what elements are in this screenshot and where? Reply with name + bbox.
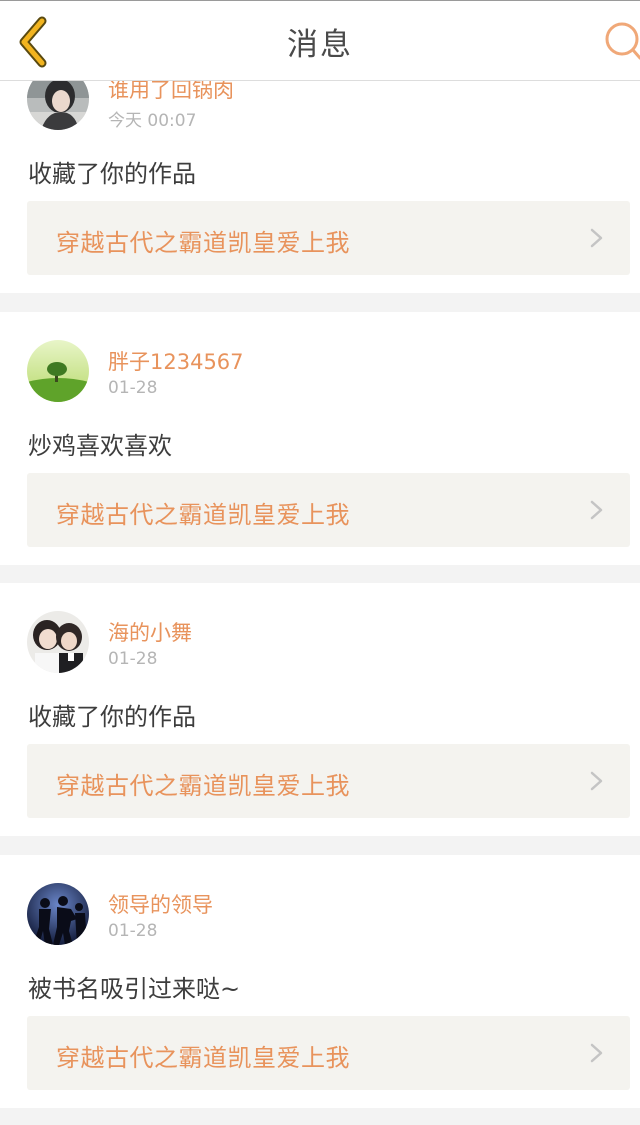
work-title: 穿越古代之霸道凯皇爱上我 — [56, 772, 350, 800]
work-link[interactable]: 穿越古代之霸道凯皇爱上我 — [27, 201, 630, 275]
chevron-right-icon — [590, 500, 603, 520]
avatar-silhouettes-blue — [27, 883, 89, 945]
message-text: 收藏了你的作品 — [28, 160, 196, 188]
work-link[interactable]: 穿越古代之霸道凯皇爱上我 — [27, 1016, 630, 1090]
username[interactable]: 海的小舞 — [108, 617, 192, 647]
search-button[interactable] — [600, 21, 640, 63]
message-text: 被书名吸引过来哒~ — [28, 975, 241, 1003]
work-link[interactable]: 穿越古代之霸道凯皇爱上我 — [27, 744, 630, 818]
avatar-tree-landscape — [27, 340, 89, 402]
search-icon — [605, 22, 640, 60]
avatar[interactable] — [27, 883, 89, 945]
message-card: 领导的领导 01-28 被书名吸引过来哒~ 穿越古代之霸道凯皇爱上我 — [0, 855, 640, 1108]
message-text: 炒鸡喜欢喜欢 — [28, 432, 172, 460]
avatar[interactable] — [27, 340, 89, 402]
nav-bar: 消息 — [0, 0, 640, 81]
work-title: 穿越古代之霸道凯皇爱上我 — [56, 1044, 350, 1072]
chevron-right-icon — [590, 1043, 603, 1063]
avatar[interactable] — [27, 611, 89, 673]
page-title: 消息 — [287, 27, 353, 63]
message-text: 收藏了你的作品 — [28, 703, 196, 731]
work-link[interactable]: 穿越古代之霸道凯皇爱上我 — [27, 473, 630, 547]
message-card: 胖子1234567 01-28 炒鸡喜欢喜欢 穿越古代之霸道凯皇爱上我 — [0, 312, 640, 565]
username[interactable]: 胖子1234567 — [108, 346, 244, 376]
timestamp: 今天 00:07 — [108, 111, 197, 131]
username[interactable]: 领导的领导 — [108, 889, 213, 919]
avatar-two-dolls — [27, 611, 89, 673]
timestamp: 01-28 — [108, 921, 158, 941]
message-card: 海的小舞 01-28 收藏了你的作品 穿越古代之霸道凯皇爱上我 — [0, 583, 640, 836]
timestamp: 01-28 — [108, 649, 158, 669]
work-title: 穿越古代之霸道凯皇爱上我 — [56, 229, 350, 257]
work-title: 穿越古代之霸道凯皇爱上我 — [56, 501, 350, 529]
chevron-right-icon — [590, 228, 603, 248]
chevron-right-icon — [590, 771, 603, 791]
timestamp: 01-28 — [108, 378, 158, 398]
